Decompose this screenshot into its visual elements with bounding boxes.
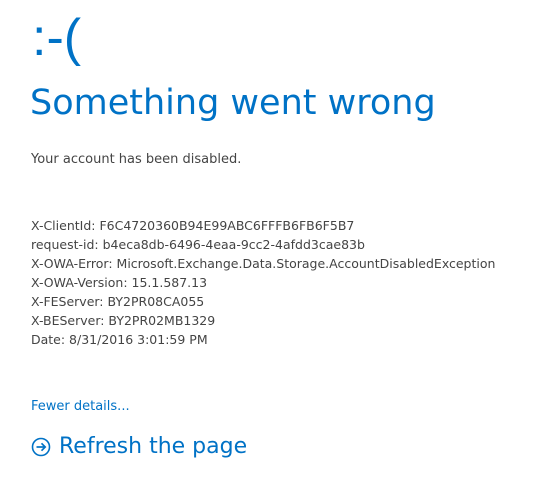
refresh-page-label: Refresh the page bbox=[59, 434, 248, 459]
detail-request-id: request-id: b4eca8db-6496-4eaa-9cc2-4afd… bbox=[31, 237, 365, 252]
fewer-details-link[interactable]: Fewer details... bbox=[31, 397, 130, 416]
error-message: Your account has been disabled. bbox=[31, 152, 242, 167]
detail-date: Date: 8/31/2016 3:01:59 PM bbox=[31, 332, 208, 347]
detail-owa-error: X-OWA-Error: Microsoft.Exchange.Data.Sto… bbox=[31, 256, 496, 271]
detail-owa-version: X-OWA-Version: 15.1.587.13 bbox=[31, 275, 208, 290]
detail-client-id: X-ClientId: F6C4720360B94E99ABC6FFFB6FB6… bbox=[31, 218, 355, 233]
detail-fe-server: X-FEServer: BY2PR08CA055 bbox=[31, 294, 205, 309]
refresh-page-link[interactable]: Refresh the page bbox=[31, 432, 247, 462]
page-title: Something went wrong bbox=[30, 83, 436, 123]
sad-face-emoticon: :-( bbox=[32, 9, 82, 67]
error-page: :-( Something went wrong Your account ha… bbox=[0, 0, 554, 480]
detail-be-server: X-BEServer: BY2PR02MB1329 bbox=[31, 313, 216, 328]
arrow-circle-right-icon bbox=[31, 437, 51, 457]
error-details-list: X-ClientId: F6C4720360B94E99ABC6FFFB6FB6… bbox=[31, 216, 495, 349]
